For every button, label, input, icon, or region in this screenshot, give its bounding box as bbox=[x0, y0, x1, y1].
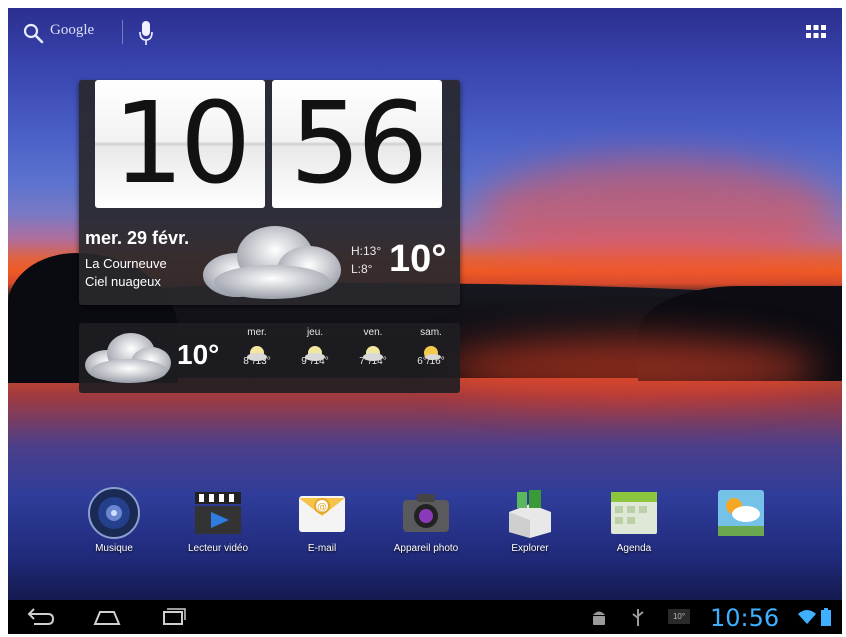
app-label: Musique bbox=[95, 543, 133, 554]
sunset-glow bbox=[478, 158, 838, 268]
search-icon[interactable] bbox=[22, 22, 44, 44]
sun-cloud-icon bbox=[247, 346, 267, 361]
forecast-day-name: ven. bbox=[363, 327, 383, 338]
status-weather-badge: 10° bbox=[668, 609, 690, 624]
app-agenda[interactable]: Agenda bbox=[584, 486, 684, 554]
forecast-day-name: jeu. bbox=[306, 327, 324, 338]
music-icon bbox=[88, 487, 140, 539]
home-screen: Google 10 56 mer. 29 févr. La Courneuve … bbox=[8, 8, 842, 634]
forecast-day: sam. 6°/16° bbox=[403, 327, 459, 367]
sun-icon bbox=[424, 346, 441, 360]
clock-weather-widget[interactable]: 10 56 mer. 29 févr. La Courneuve Ciel nu… bbox=[79, 80, 460, 305]
app-appareil-photo[interactable]: Appareil photo bbox=[376, 486, 476, 554]
calendar-icon bbox=[611, 492, 657, 534]
forecast-widget[interactable]: 10° mer. 8°/13° jeu. 9°/14° ven. 7°/14° … bbox=[79, 323, 460, 393]
home-icon[interactable] bbox=[92, 606, 122, 628]
usb-icon bbox=[632, 609, 644, 626]
app-lecteur-video[interactable]: Lecteur vidéo bbox=[168, 486, 268, 554]
microphone-icon[interactable] bbox=[138, 20, 154, 46]
water-reflection bbox=[438, 338, 818, 398]
forecast-day-name: mer. bbox=[247, 327, 267, 338]
app-label: Lecteur vidéo bbox=[187, 543, 249, 554]
explorer-icon bbox=[509, 490, 551, 538]
app-email[interactable]: @ E-mail bbox=[272, 486, 372, 554]
forecast-day-name: sam. bbox=[420, 327, 442, 338]
app-musique[interactable]: Musique bbox=[64, 486, 164, 554]
app-weather[interactable] bbox=[691, 486, 791, 543]
svg-text:@: @ bbox=[317, 502, 327, 513]
cloud-icon bbox=[203, 226, 341, 299]
weather-app-icon bbox=[718, 490, 764, 536]
sun-cloud-icon bbox=[363, 346, 383, 361]
app-label: Explorer bbox=[511, 543, 549, 554]
clock-minutes: 56 bbox=[272, 80, 442, 208]
camera-icon bbox=[403, 494, 449, 532]
back-icon[interactable] bbox=[26, 606, 56, 628]
app-label: Appareil photo bbox=[393, 543, 459, 554]
search-divider bbox=[122, 20, 123, 44]
recent-apps-icon[interactable] bbox=[158, 606, 188, 628]
app-label: E-mail bbox=[307, 543, 337, 554]
sun-cloud-icon bbox=[305, 346, 325, 361]
forecast-current-temp: 10° bbox=[177, 339, 220, 370]
cloud-icon bbox=[85, 333, 171, 383]
clock-hours: 10 bbox=[95, 80, 265, 208]
status-clock[interactable]: 10:56 bbox=[710, 604, 779, 632]
wifi-icon bbox=[798, 610, 816, 624]
weather-city: La Courneuve bbox=[85, 256, 167, 271]
android-debug-icon bbox=[593, 611, 605, 625]
weather-condition: Ciel nuageux bbox=[85, 274, 161, 289]
app-label: Agenda bbox=[616, 543, 652, 554]
apps-grid-icon[interactable] bbox=[806, 25, 826, 39]
forecast-day: mer. 8°/13° bbox=[229, 327, 285, 367]
forecast-day: ven. 7°/14° bbox=[345, 327, 401, 367]
weather-temperature: 10° bbox=[389, 238, 447, 280]
battery-icon bbox=[821, 608, 831, 626]
weather-high: H:13° bbox=[351, 244, 382, 258]
clock-date: mer. 29 févr. bbox=[85, 228, 190, 248]
google-search-label[interactable]: Google bbox=[50, 22, 94, 39]
weather-low: L:8° bbox=[351, 262, 373, 276]
video-player-icon bbox=[195, 492, 241, 534]
forecast-day: jeu. 9°/14° bbox=[287, 327, 343, 367]
app-explorer[interactable]: Explorer bbox=[480, 486, 580, 554]
email-icon: @ bbox=[299, 496, 345, 532]
system-bar: 10° 10:56 bbox=[8, 600, 842, 634]
